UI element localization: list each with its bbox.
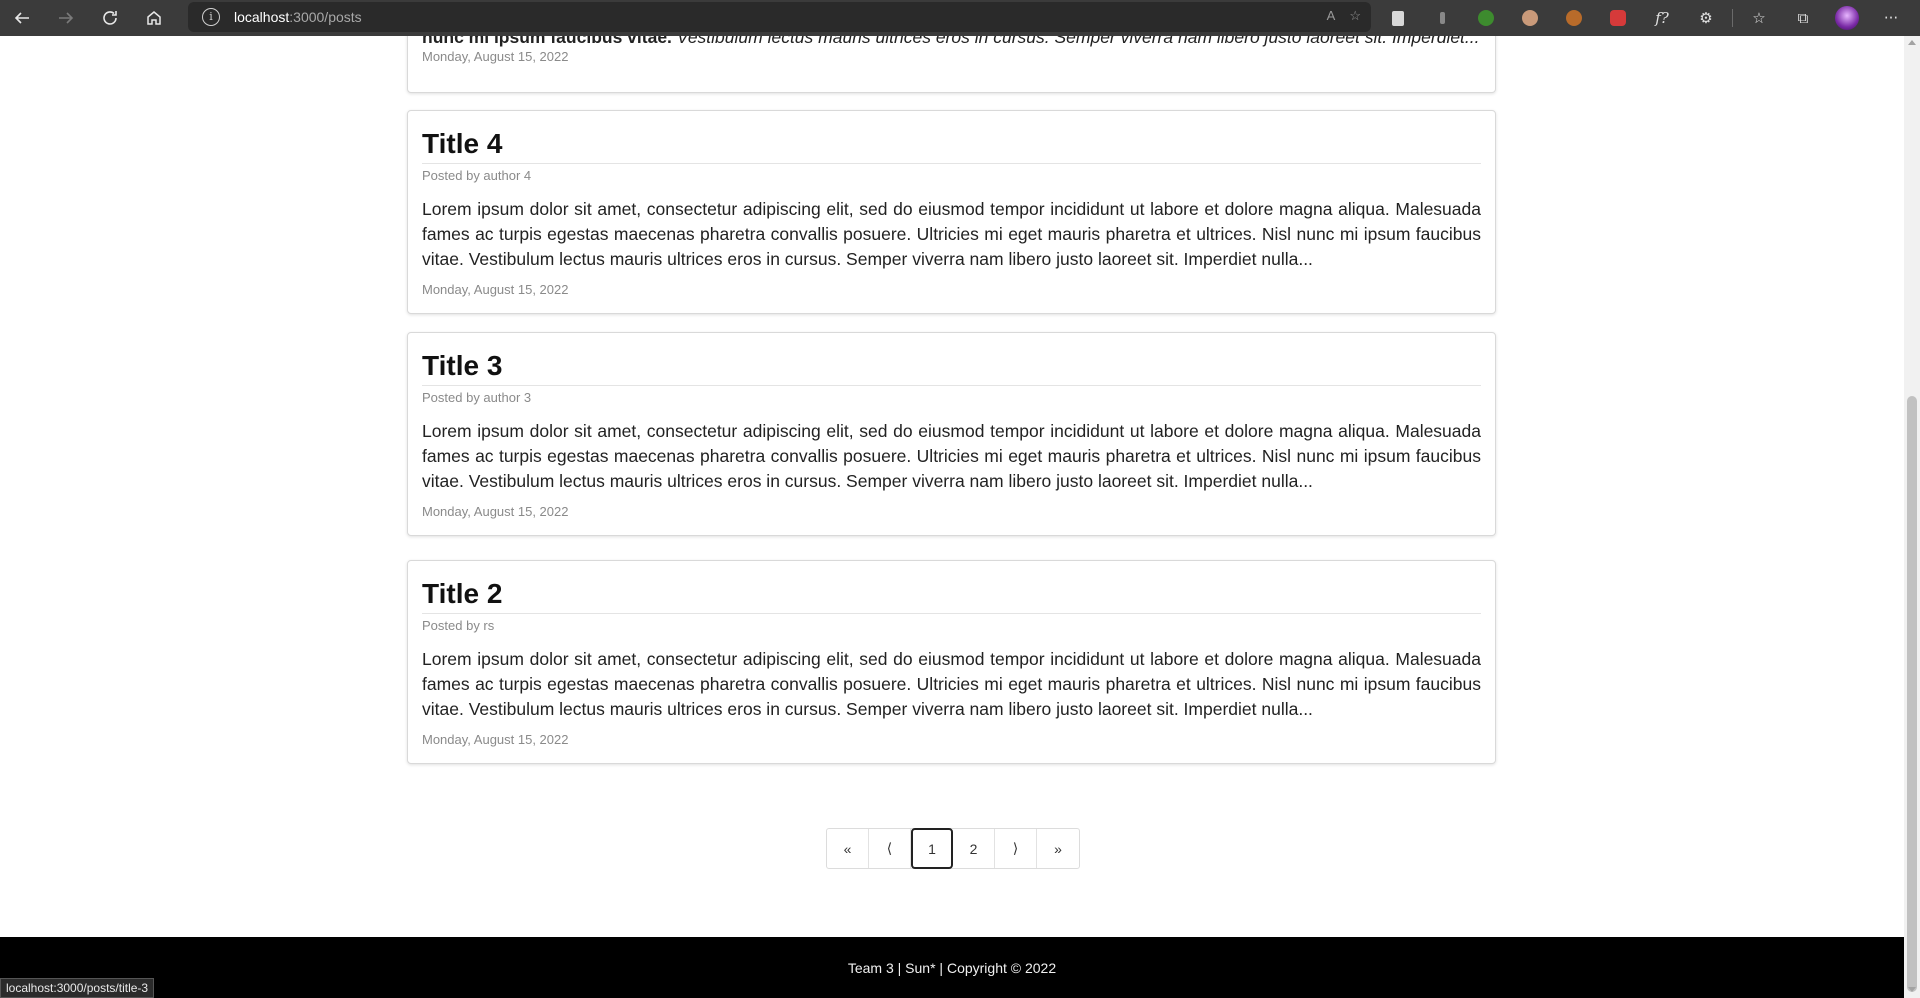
back-button[interactable] xyxy=(0,0,44,36)
post-card-partial[interactable]: nunc mi ipsum faucibus vitae. Vestibulum… xyxy=(407,36,1496,93)
address-bar-actions: A ☆ xyxy=(1327,8,1361,24)
read-aloud-icon[interactable]: A xyxy=(1327,8,1336,24)
page-viewport: nunc mi ipsum faucibus vitae. Vestibulum… xyxy=(0,36,1904,998)
vertical-scrollbar[interactable] xyxy=(1904,36,1920,998)
toolbar-divider xyxy=(1732,9,1733,27)
more-menu-icon[interactable]: ··· xyxy=(1873,0,1909,36)
page-icon[interactable] xyxy=(1380,0,1416,36)
post-card[interactable]: Title 2 Posted by rs Lorem ipsum dolor s… xyxy=(407,560,1496,764)
avatar xyxy=(1835,6,1859,30)
post-title[interactable]: Title 4 xyxy=(422,111,1481,164)
url-host: localhost xyxy=(234,9,290,25)
pagination: « ⟨ 1 2 ⟩ » xyxy=(826,828,1080,869)
tree-icon[interactable] xyxy=(1468,0,1504,36)
address-bar[interactable]: i localhost:3000/posts A ☆ xyxy=(188,2,1371,32)
browser-toolbar: i localhost:3000/posts A ☆ f? ⚙ ☆ ⧉ ··· xyxy=(0,0,1920,36)
formula-icon[interactable]: f? xyxy=(1644,0,1680,36)
scroll-down-icon[interactable] xyxy=(1908,987,1916,992)
add-favorite-icon[interactable]: ☆ xyxy=(1349,8,1361,24)
info-icon[interactable]: i xyxy=(202,8,220,26)
footer-text: Team 3 | Sun* | Copyright © 2022 xyxy=(847,959,1057,976)
excerpt-italic-text: Vestibulum lectus mauris ultrices eros i… xyxy=(676,36,1480,47)
collections-icon[interactable]: ⧉ xyxy=(1785,0,1821,36)
post-excerpt: Lorem ipsum dolor sit amet, consectetur … xyxy=(422,421,1481,491)
post-author: Posted by rs xyxy=(422,618,495,633)
post-excerpt: Lorem ipsum dolor sit amet, consectetur … xyxy=(422,199,1481,269)
first-page-button[interactable]: « xyxy=(827,829,869,868)
puzzle-icon[interactable]: ⚙ xyxy=(1688,0,1724,36)
page-2-button[interactable]: 2 xyxy=(953,829,995,868)
excerpt-bold-text: nunc mi ipsum faucibus vitae. xyxy=(422,36,672,47)
last-page-button[interactable]: » xyxy=(1037,829,1079,868)
post-title[interactable]: Title 2 xyxy=(422,561,1481,614)
reload-button[interactable] xyxy=(88,0,132,36)
pin-icon[interactable] xyxy=(1424,0,1460,36)
profile-avatar[interactable] xyxy=(1829,0,1865,36)
cookie-icon[interactable] xyxy=(1556,0,1592,36)
post-author: Posted by author 3 xyxy=(422,390,532,405)
url-path: :3000/posts xyxy=(289,9,362,25)
favorites-icon[interactable]: ☆ xyxy=(1741,0,1777,36)
post-date: Monday, August 15, 2022 xyxy=(422,282,569,297)
scroll-up-icon[interactable] xyxy=(1908,40,1916,45)
post-excerpt: Lorem ipsum dolor sit amet, consectetur … xyxy=(422,649,1481,719)
prev-page-button[interactable]: ⟨ xyxy=(869,829,911,868)
home-icon xyxy=(147,11,161,25)
post-date: Monday, August 15, 2022 xyxy=(422,49,569,64)
status-bar-url: localhost:3000/posts/title-3 xyxy=(0,978,155,998)
extensions-bar: f? ⚙ ☆ ⧉ ··· xyxy=(1380,0,1909,36)
reload-icon xyxy=(103,11,117,25)
post-card[interactable]: Title 3 Posted by author 3 Lorem ipsum d… xyxy=(407,332,1496,536)
next-page-button[interactable]: ⟩ xyxy=(995,829,1037,868)
post-date: Monday, August 15, 2022 xyxy=(422,504,569,519)
post-author: Posted by author 4 xyxy=(422,168,532,183)
face-icon[interactable] xyxy=(1512,0,1548,36)
forward-button[interactable] xyxy=(44,0,88,36)
post-card[interactable]: Title 4 Posted by author 4 Lorem ipsum d… xyxy=(407,110,1496,314)
scroll-thumb[interactable] xyxy=(1907,396,1917,992)
red-icon[interactable] xyxy=(1600,0,1636,36)
post-title[interactable]: Title 3 xyxy=(422,333,1481,386)
home-button[interactable] xyxy=(132,0,176,36)
page-footer: Team 3 | Sun* | Copyright © 2022 xyxy=(0,937,1904,998)
page-1-button[interactable]: 1 xyxy=(911,828,953,869)
post-date: Monday, August 15, 2022 xyxy=(422,732,569,747)
post-excerpt-partial: nunc mi ipsum faucibus vitae. Vestibulum… xyxy=(422,36,1482,48)
arrow-right-icon xyxy=(59,12,74,24)
arrow-left-icon xyxy=(14,12,29,24)
